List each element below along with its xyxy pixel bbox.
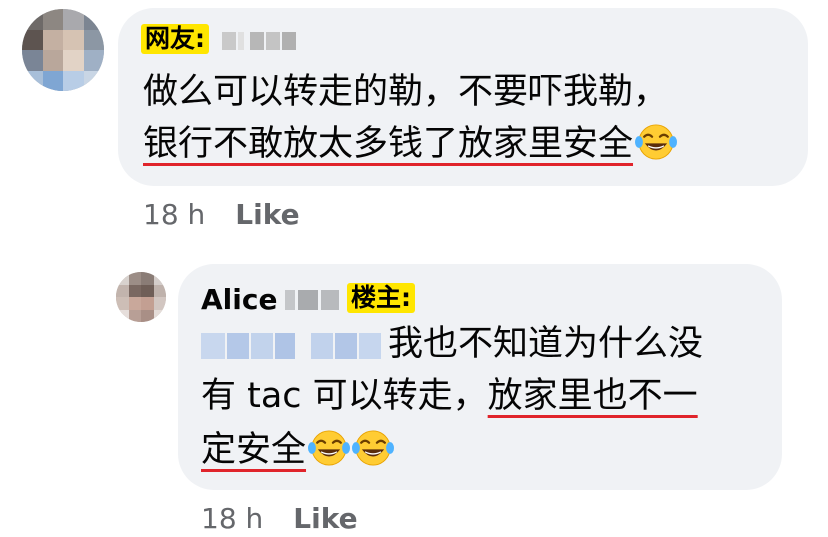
reply-plain-text: 有 tac 可以转走， [201,376,488,416]
reply-meta: 18 h Like [201,502,358,536]
avatar-commenter[interactable] [22,9,104,91]
blurred-mention [201,333,381,359]
blurred-author-name [222,32,296,50]
reply-text-line-1: 我也不知道为什么没 [388,324,704,364]
avatar-reply-author[interactable] [116,272,166,322]
comment-like-button[interactable]: Like [235,198,299,231]
reply-timestamp[interactable]: 18 h [201,502,263,535]
blurred-author-surname [285,290,339,310]
comment-text-line-1: 做么可以转走的勒，不要吓我勒， [143,72,669,112]
tears-of-joy-emoji-icon [308,428,350,468]
tears-of-joy-emoji-icon [352,428,394,468]
reply-text-line-3: 定安全 [201,428,394,472]
tears-of-joy-emoji-icon [635,122,677,162]
comment-text-line-2: 银行不敢放太多钱了放家里安全 [143,122,677,166]
comment-timestamp[interactable]: 18 h [143,198,205,231]
comment-meta: 18 h Like [143,198,300,232]
reply-underlined-text-1: 放家里也不一 [487,376,698,416]
author-tag-op: 楼主: [347,283,415,313]
reply-underlined-text-2: 定安全 [201,430,307,470]
author-tag-netizen: 网友: [141,24,209,54]
reply-author-name[interactable]: Alice [201,283,277,317]
comment-underlined-text: 银行不敢放太多钱了放家里安全 [143,124,634,164]
reply-text-line-2: 有 tac 可以转走，放家里也不一 [201,374,698,418]
reply-like-button[interactable]: Like [293,502,357,535]
